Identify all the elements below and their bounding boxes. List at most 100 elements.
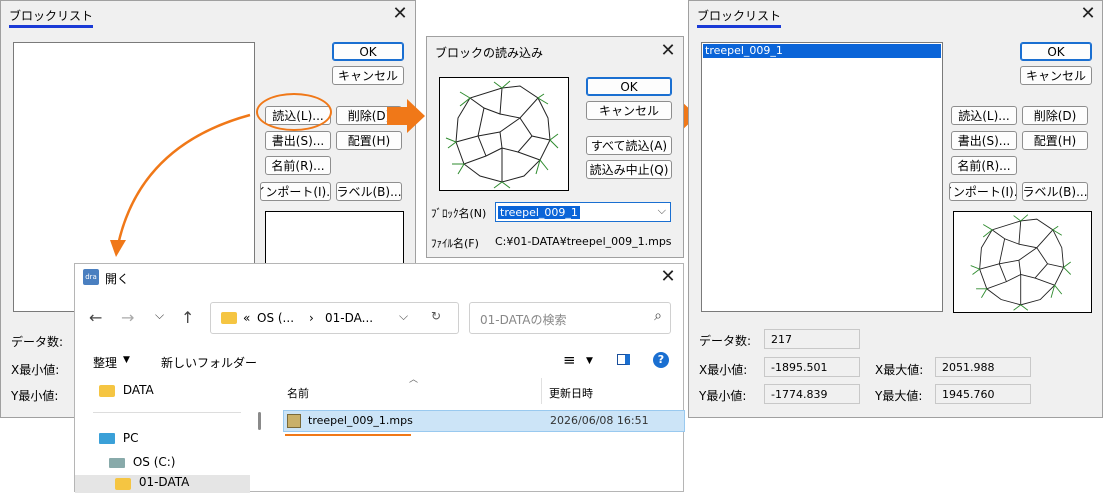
open-file-dialog: dra 開く ✕ ← → ⌵ ↑ « OS (... › 01-DA... ⌵ … xyxy=(74,263,685,493)
breadcrumb-01-data[interactable]: 01-DA... xyxy=(325,311,373,325)
file-name: treepel_009_1.mps xyxy=(308,414,413,427)
rename-button[interactable]: 名前(R)... xyxy=(951,156,1017,175)
nav-item-label: OS (C:) xyxy=(132,455,176,469)
block-name-combobox[interactable]: treepel_009_1 ⌵ xyxy=(495,202,671,222)
label-button[interactable]: ラベル(B)... xyxy=(336,182,402,201)
dialog-title: 開く xyxy=(105,272,130,286)
tree-symbol-icon xyxy=(445,80,559,189)
back-arrow-icon[interactable]: ← xyxy=(89,308,102,327)
file-date: 2026/06/08 16:51 xyxy=(550,414,649,427)
file-name-value: C:¥01-DATA¥treepel_009_1.mps xyxy=(495,235,672,248)
preview-pane-icon[interactable] xyxy=(617,354,630,365)
write-button[interactable]: 書出(S)... xyxy=(951,131,1017,150)
stop-loading-button[interactable]: 読込み中止(Q) xyxy=(586,160,672,179)
file-name-label: ﾌｧｲﾙ名(F) xyxy=(431,237,479,250)
data-count-label: データ数: xyxy=(11,335,64,349)
sort-caret-icon: ︿ xyxy=(409,375,419,385)
window-title: ブロックリスト xyxy=(9,7,94,28)
forward-arrow-icon[interactable]: → xyxy=(121,308,134,327)
column-header-date[interactable]: 更新日時 xyxy=(549,385,593,401)
block-name-label: ﾌﾞﾛｯｸ名(N) xyxy=(431,207,487,220)
nav-item-os-c[interactable]: OS (C:) xyxy=(109,455,176,469)
data-count-value: 217 xyxy=(764,329,860,349)
cancel-button[interactable]: キャンセル xyxy=(586,101,672,120)
caret-down-icon[interactable]: ▼ xyxy=(586,356,593,366)
nav-item-pc[interactable]: PC xyxy=(99,431,138,445)
address-bar[interactable]: « OS (... › 01-DA... ⌵ ↻ xyxy=(210,302,459,334)
xmax-value: 2051.988 xyxy=(935,357,1031,377)
right-arrow-icon xyxy=(387,99,425,133)
orange-curve-arrow xyxy=(110,113,251,257)
chevron-down-icon[interactable]: ⌵ xyxy=(399,309,408,324)
block-list-window-right: ブロックリスト ✕ treepel_009_1 OK キャンセル 読込(L)..… xyxy=(688,0,1103,418)
label-button[interactable]: ラベル(B)... xyxy=(1022,182,1088,201)
folder-icon xyxy=(221,312,237,324)
rename-button[interactable]: 名前(R)... xyxy=(265,156,331,175)
ymax-label: Y最大値: xyxy=(875,389,923,403)
nav-item-label: DATA xyxy=(122,383,154,397)
import-button[interactable]: インポート(I)... xyxy=(949,182,1017,201)
ymax-value: 1945.760 xyxy=(935,384,1031,404)
place-button[interactable]: 配置(H) xyxy=(336,131,402,150)
chevron-down-icon[interactable]: ⌵ xyxy=(155,308,164,323)
import-button[interactable]: インポート(I)... xyxy=(260,182,331,201)
read-button[interactable]: 読込(L)... xyxy=(951,106,1017,125)
xmax-label: X最大値: xyxy=(875,363,924,377)
chevron-down-icon[interactable]: ⌵ xyxy=(658,204,666,218)
block-preview xyxy=(953,211,1092,313)
list-item[interactable]: treepel_009_1 xyxy=(703,44,941,58)
highlight-ellipse xyxy=(256,93,332,131)
help-icon[interactable]: ? xyxy=(653,352,669,368)
mps-file-icon xyxy=(287,414,301,428)
search-box[interactable]: 01-DATAの検索 ⌕ xyxy=(469,302,671,334)
search-placeholder: 01-DATAの検索 xyxy=(480,313,567,327)
ymin-label: Y最小値: xyxy=(11,389,59,403)
nav-item-01-data[interactable]: 01-DATA xyxy=(75,475,250,493)
file-underline xyxy=(285,434,411,436)
nav-item-label: 01-DATA xyxy=(138,475,190,489)
write-button[interactable]: 書出(S)... xyxy=(265,131,331,150)
block-preview xyxy=(439,77,569,191)
cancel-button[interactable]: キャンセル xyxy=(332,66,404,85)
caret-down-icon: ▼ xyxy=(123,355,130,365)
close-icon[interactable]: ✕ xyxy=(1077,3,1099,25)
view-menu-icon[interactable]: ≡ xyxy=(563,351,576,369)
file-row[interactable]: treepel_009_1.mps 2026/06/08 16:51 xyxy=(283,410,685,432)
xmin-value: -1895.501 xyxy=(764,357,860,377)
pc-icon xyxy=(99,433,115,444)
column-header-name[interactable]: 名前 xyxy=(287,385,309,401)
close-icon[interactable]: ✕ xyxy=(657,266,679,288)
dialog-title: ブロックの読み込み xyxy=(435,46,544,60)
organize-menu[interactable]: 整理 xyxy=(93,354,117,371)
place-button[interactable]: 配置(H) xyxy=(1022,131,1088,150)
xmin-label: X最小値: xyxy=(699,363,748,377)
ymin-value: -1774.839 xyxy=(764,384,860,404)
close-icon[interactable]: ✕ xyxy=(389,3,411,25)
close-icon[interactable]: ✕ xyxy=(657,40,679,62)
ok-button[interactable]: OK xyxy=(332,42,404,61)
nav-divider xyxy=(93,412,241,413)
block-preview xyxy=(265,211,404,271)
ok-button[interactable]: OK xyxy=(1020,42,1092,61)
cancel-button[interactable]: キャンセル xyxy=(1020,66,1092,85)
new-folder-button[interactable]: 新しいフォルダー xyxy=(161,354,257,371)
drive-icon xyxy=(109,457,125,468)
folder-icon xyxy=(115,478,131,490)
block-load-dialog: ブロックの読み込み ✕ OK キャンセル すべて読込(A) 読込み中止(Q) ﾌ… xyxy=(426,36,684,258)
folder-icon xyxy=(99,384,115,397)
nav-pane: DATA PC OS (C:) 01-DATA xyxy=(75,377,250,493)
nav-item-data[interactable]: DATA xyxy=(99,383,154,397)
nav-item-label: PC xyxy=(122,431,139,445)
nav-scrollbar[interactable] xyxy=(258,412,261,430)
breadcrumb-prefix: « xyxy=(243,311,251,325)
block-name-value: treepel_009_1 xyxy=(498,205,580,219)
data-count-label: データ数: xyxy=(699,334,752,348)
up-arrow-icon[interactable]: ↑ xyxy=(181,308,194,327)
refresh-icon[interactable]: ↻ xyxy=(431,309,441,323)
block-listbox[interactable]: treepel_009_1 xyxy=(701,42,943,312)
delete-button[interactable]: 削除(D) xyxy=(1022,106,1088,125)
read-all-button[interactable]: すべて読込(A) xyxy=(586,136,672,155)
ok-button[interactable]: OK xyxy=(586,77,672,96)
breadcrumb-os[interactable]: OS (... xyxy=(257,311,294,325)
search-icon[interactable]: ⌕ xyxy=(654,308,662,324)
